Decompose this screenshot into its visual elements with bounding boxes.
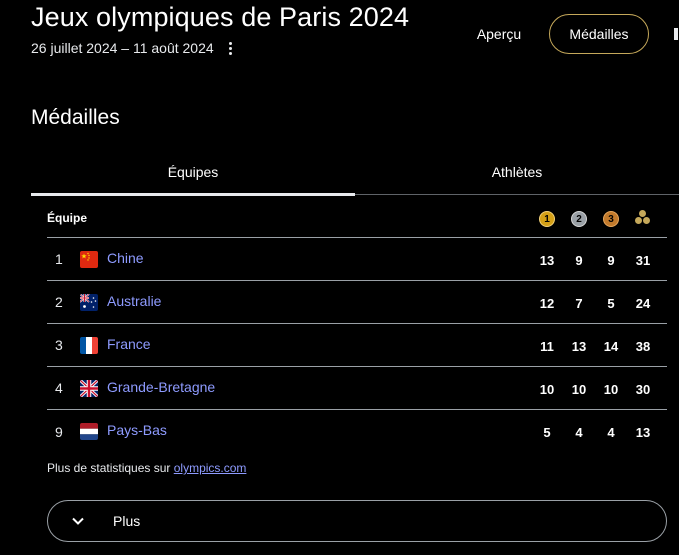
china-flag-icon [80, 251, 98, 268]
country-link[interactable]: France [107, 336, 151, 352]
silver-count: 7 [575, 296, 583, 311]
olympics-link[interactable]: olympics.com [174, 461, 247, 475]
country-link[interactable]: Chine [107, 250, 144, 266]
tab-athletes[interactable]: Athlètes [355, 150, 679, 194]
table-row[interactable]: 4 Grande-Bretagne 10 10 10 30 [47, 367, 667, 410]
silver-count: 13 [571, 339, 587, 354]
table-row[interactable]: 3 France 11 13 14 38 [47, 324, 667, 367]
gold-count: 13 [539, 253, 555, 268]
silver-count: 10 [571, 382, 587, 397]
total-count: 31 [635, 253, 651, 268]
more-button-label: Plus [113, 513, 141, 529]
silver-count: 9 [575, 253, 583, 268]
gold-count: 5 [543, 425, 551, 440]
stats-note: Plus de statistiques sur olympics.com [47, 461, 246, 475]
bronze-count: 10 [603, 382, 619, 397]
total-count: 30 [635, 382, 651, 397]
event-dates: 26 juillet 2024 – 11 août 2024 [31, 40, 214, 56]
more-vert-icon[interactable] [224, 39, 236, 57]
total-count: 38 [635, 339, 651, 354]
rank: 3 [55, 337, 63, 353]
total-count: 13 [635, 425, 651, 440]
bronze-count: 4 [607, 425, 615, 440]
nav-apercu[interactable]: Aperçu [464, 15, 534, 53]
netherlands-flag-icon [80, 423, 98, 440]
bronze-count: 14 [603, 339, 619, 354]
bronze-medal-icon: 3 [603, 211, 619, 227]
medal-tabs: Équipes Athlètes [31, 150, 679, 196]
bronze-count: 5 [607, 296, 615, 311]
silver-medal-icon: 2 [571, 211, 587, 227]
total-medals-icon [634, 209, 652, 227]
table-row[interactable]: 9 Pays-Bas 5 4 4 13 [47, 410, 667, 453]
tab-equipes[interactable]: Équipes [31, 150, 355, 196]
medal-table: Équipe 1 2 3 1 Chine 13 9 9 31 2 Austral… [47, 198, 667, 453]
rank: 2 [55, 294, 63, 310]
gold-medal-icon: 1 [539, 211, 555, 227]
country-link[interactable]: Australie [107, 293, 161, 309]
nav-medailles[interactable]: Médailles [549, 14, 649, 54]
gold-count: 11 [540, 339, 554, 354]
section-title: Médailles [31, 106, 120, 129]
bronze-count: 9 [607, 253, 615, 268]
uk-flag-icon [80, 380, 98, 397]
rank: 9 [55, 423, 63, 440]
gold-count: 10 [539, 382, 555, 397]
table-header: Équipe 1 2 3 [47, 198, 667, 238]
stats-prefix: Plus de statistiques sur [47, 461, 174, 475]
silver-count: 4 [575, 425, 583, 440]
more-button[interactable]: Plus [47, 500, 667, 542]
column-header-team: Équipe [47, 210, 88, 225]
country-link[interactable]: Pays-Bas [107, 422, 167, 438]
france-flag-icon [80, 337, 98, 354]
australia-flag-icon [80, 294, 98, 311]
chevron-down-icon [72, 517, 84, 525]
table-row[interactable]: 1 Chine 13 9 9 31 [47, 238, 667, 281]
rank: 1 [55, 251, 63, 267]
gold-count: 12 [539, 296, 555, 311]
rank: 4 [55, 380, 63, 396]
nav-next-chip[interactable] [674, 28, 678, 40]
country-link[interactable]: Grande-Bretagne [107, 379, 215, 395]
total-count: 24 [635, 296, 651, 311]
table-row[interactable]: 2 Australie 12 7 5 24 [47, 281, 667, 324]
page-title: Jeux olympiques de Paris 2024 [31, 2, 410, 32]
